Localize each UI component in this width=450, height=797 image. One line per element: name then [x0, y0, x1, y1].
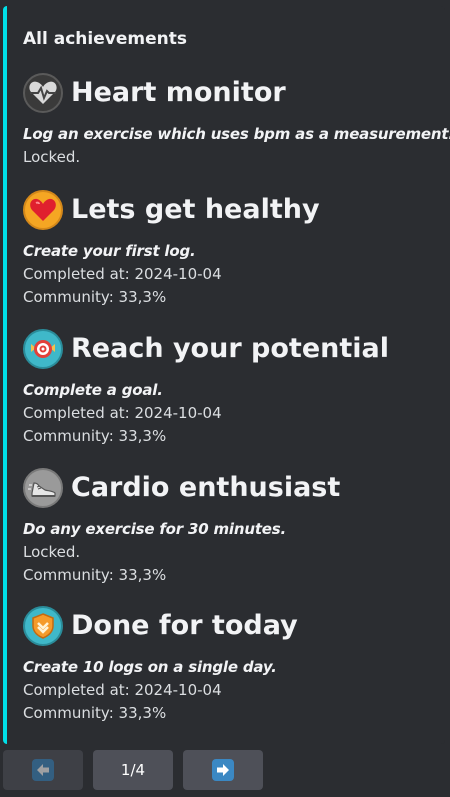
target-icon [23, 329, 63, 369]
previous-page-button[interactable] [3, 750, 83, 790]
shield-icon [23, 606, 63, 646]
achievement-description: Log an exercise which uses bpm as a meas… [23, 125, 450, 143]
achievement-status: Locked. [23, 148, 81, 166]
next-page-button[interactable] [183, 750, 263, 790]
arrow-right-icon [212, 759, 234, 781]
achievement-status: Completed at: 2024-10-04 [23, 681, 222, 699]
achievement-community: Community: 33,3% [23, 427, 167, 445]
arrow-left-icon [32, 759, 54, 781]
heart-icon [23, 190, 63, 230]
embed-title: All achievements [23, 29, 187, 49]
running-shoe-icon [23, 468, 63, 508]
page-indicator-label: 1/4 [120, 761, 146, 779]
achievement-name: Reach your potential [71, 333, 389, 364]
achievement-name: Done for today [71, 610, 298, 641]
achievement-name: Heart monitor [71, 77, 286, 108]
achievement-description: Do any exercise for 30 minutes. [23, 520, 287, 538]
achievement-item: Heart monitor Log an exercise which uses… [23, 73, 450, 166]
achievement-status: Locked. [23, 543, 81, 561]
achievement-name: Cardio enthusiast [71, 472, 341, 503]
achievement-community: Community: 33,3% [23, 566, 167, 584]
achievement-status: Completed at: 2024-10-04 [23, 265, 222, 283]
achievements-embed: All achievements Heart monitor Log an ex… [3, 6, 450, 744]
achievement-item: Lets get healthy Create your first log. … [23, 190, 443, 306]
achievement-community: Community: 33,3% [23, 288, 167, 306]
achievement-item: Done for today Create 10 logs on a singl… [23, 606, 443, 722]
achievement-item: Cardio enthusiast Do any exercise for 30… [23, 468, 443, 584]
page-indicator-button[interactable]: 1/4 [93, 750, 173, 790]
achievement-description: Create 10 logs on a single day. [23, 658, 277, 676]
pagination-bar: 1/4 [0, 750, 450, 790]
achievement-description: Complete a goal. [23, 381, 163, 399]
heart-monitor-icon [23, 73, 63, 113]
embed-accent-bar [3, 6, 7, 744]
achievement-item: Reach your potential Complete a goal. Co… [23, 329, 443, 445]
achievement-name: Lets get healthy [71, 194, 320, 225]
achievement-community: Community: 33,3% [23, 704, 167, 722]
achievement-description: Create your first log. [23, 242, 196, 260]
achievement-status: Completed at: 2024-10-04 [23, 404, 222, 422]
